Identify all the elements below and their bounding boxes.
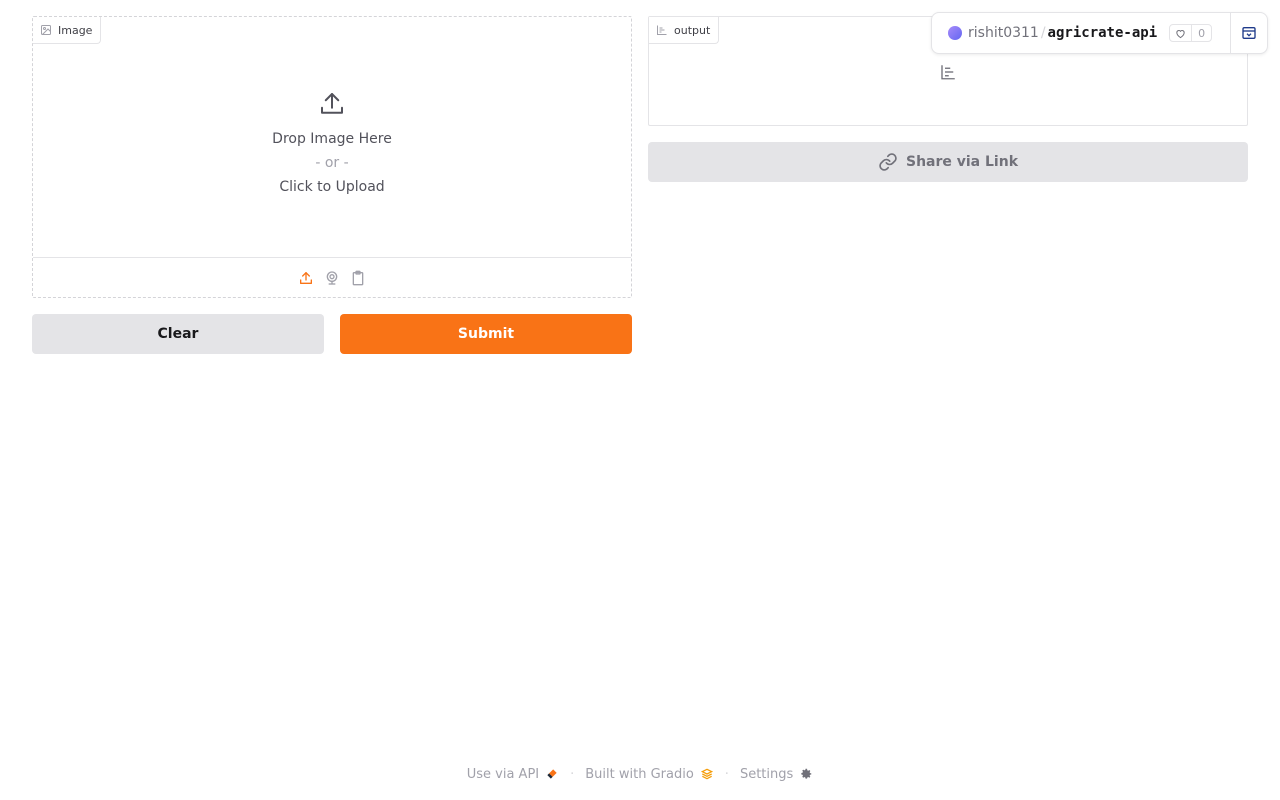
webcam-source-button[interactable] (324, 269, 340, 287)
click-to-upload-text: Click to Upload (279, 179, 385, 195)
path-separator: / (1040, 25, 1046, 41)
submit-button[interactable]: Submit (340, 314, 632, 354)
use-via-api-link[interactable]: Use via API (467, 767, 559, 782)
badge-divider (1230, 13, 1231, 53)
like-button[interactable]: 0 (1169, 24, 1213, 42)
footer-separator: · (570, 766, 575, 782)
space-owner-link[interactable]: rishit0311 (968, 25, 1039, 41)
owner-avatar (948, 26, 962, 40)
image-label: Image (58, 23, 93, 37)
upload-icon (300, 271, 312, 284)
rocket-icon (547, 769, 557, 779)
or-separator-text: - or - (315, 155, 349, 171)
settings-link[interactable]: Settings (740, 767, 813, 782)
like-count: 0 (1198, 26, 1206, 40)
collapse-header-icon[interactable] (1240, 25, 1258, 41)
source-selector (33, 257, 631, 297)
gear-icon (801, 768, 812, 779)
clipboard-icon (352, 270, 364, 285)
image-drop-zone[interactable]: Drop Image Here - or - Click to Upload (33, 17, 631, 257)
heart-icon (1170, 25, 1193, 41)
use-via-api-label: Use via API (466, 766, 540, 782)
upload-source-button[interactable] (298, 269, 314, 287)
output-label-badge: output (649, 17, 720, 44)
label-output-icon (941, 65, 955, 80)
output-label: output (674, 23, 711, 37)
space-name-link[interactable]: agricrate-api (1048, 25, 1158, 41)
footer-separator: · (724, 766, 729, 782)
image-icon (41, 25, 51, 35)
footer: Use via API · Built with Gradio · Settin… (0, 764, 1280, 784)
built-with-gradio-label: Built with Gradio (585, 766, 694, 782)
bar-chart-icon (657, 25, 667, 35)
built-with-gradio-link[interactable]: Built with Gradio (585, 767, 714, 782)
image-input-panel: Drop Image Here - or - Click to Upload I… (32, 16, 632, 298)
drop-image-text: Drop Image Here (272, 131, 392, 147)
settings-label: Settings (739, 766, 794, 782)
share-label: Share via Link (905, 154, 1018, 170)
upload-icon (321, 93, 343, 114)
image-label-badge: Image (33, 17, 102, 44)
share-via-link-button[interactable]: Share via Link (648, 142, 1248, 182)
gradio-logo-icon (700, 768, 713, 780)
space-header-badge: rishit0311 / agricrate-api 0 (931, 12, 1268, 54)
link-icon (879, 153, 897, 171)
webcam-icon (326, 270, 338, 285)
clear-button[interactable]: Clear (32, 314, 324, 354)
clipboard-source-button[interactable] (350, 269, 366, 287)
